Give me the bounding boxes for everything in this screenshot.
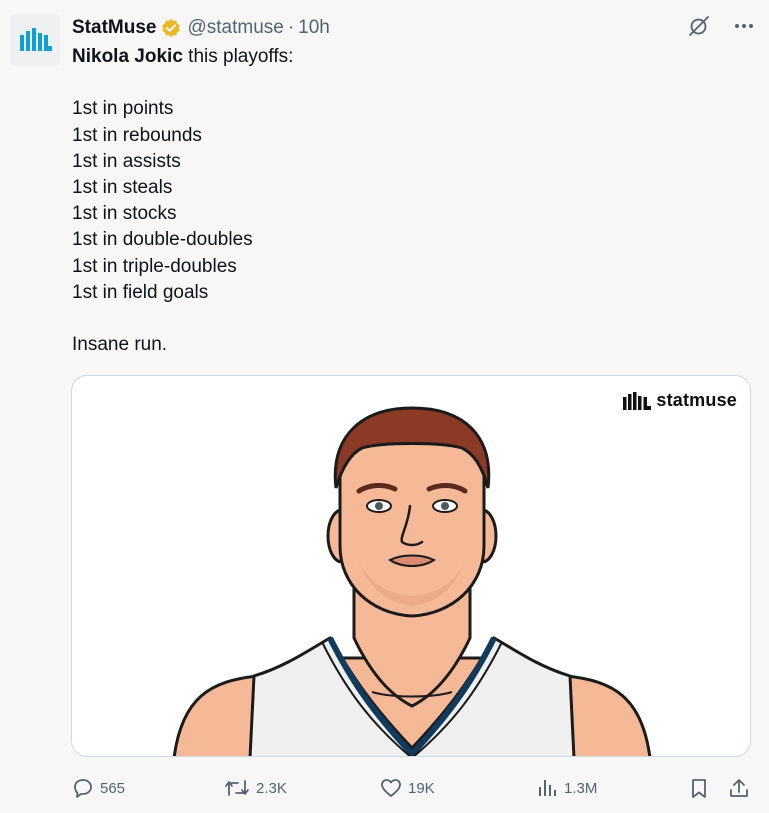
reply-icon (74, 779, 92, 798)
stat-line: 1st in rebounds (72, 124, 202, 146)
views-count: 1.3M (564, 779, 598, 797)
tweet-text: Nikola Jokic this playoffs: 1st in point… (72, 44, 722, 358)
repost-icon (225, 780, 249, 796)
share-icon (730, 779, 748, 797)
separator: · (287, 17, 295, 38)
intro-rest: this playoffs: (182, 46, 294, 67)
verified-badge-icon (162, 18, 181, 38)
author-handle[interactable]: @statmuse (187, 17, 283, 39)
author-name[interactable]: StatMuse (72, 17, 156, 39)
action-bar: 565 2.3K 19K 1.3M (72, 776, 752, 800)
share-button[interactable] (728, 776, 750, 800)
tweet-intro: Nikola Jokic this playoffs: (72, 44, 722, 70)
more-icon[interactable] (733, 15, 755, 37)
stat-line: 1st in double-doubles (72, 229, 253, 251)
reply-button[interactable]: 565 (72, 776, 125, 800)
like-count: 19K (408, 779, 435, 797)
views-button[interactable]: 1.3M (536, 776, 597, 800)
like-icon (381, 779, 401, 797)
stat-line: 1st in points (72, 98, 174, 120)
bookmark-button[interactable] (688, 776, 710, 800)
views-icon (539, 780, 556, 796)
media-card[interactable]: statmuse (71, 375, 751, 757)
closing-line: Insane run. (72, 334, 168, 356)
stat-line: 1st in triple-doubles (72, 255, 237, 277)
top-right-actions (687, 14, 755, 38)
timestamp[interactable]: 10h (298, 17, 330, 39)
repost-count: 2.3K (256, 779, 287, 797)
stat-line: 1st in stocks (72, 203, 177, 225)
reply-count: 565 (100, 779, 126, 797)
bookmark-icon (692, 779, 706, 798)
grok-icon[interactable] (687, 14, 711, 38)
statmuse-logo-icon (20, 28, 52, 51)
stat-line: 1st in assists (72, 150, 181, 172)
player-name: Nikola Jokic (72, 46, 183, 67)
player-illustration (172, 406, 652, 756)
avatar[interactable] (10, 14, 60, 66)
tweet-header: StatMuse @statmuse · 10h (72, 16, 330, 40)
stat-line: 1st in field goals (72, 281, 209, 303)
repost-button[interactable]: 2.3K (224, 776, 287, 800)
stat-line: 1st in steals (72, 176, 173, 198)
like-button[interactable]: 19K (380, 776, 435, 800)
